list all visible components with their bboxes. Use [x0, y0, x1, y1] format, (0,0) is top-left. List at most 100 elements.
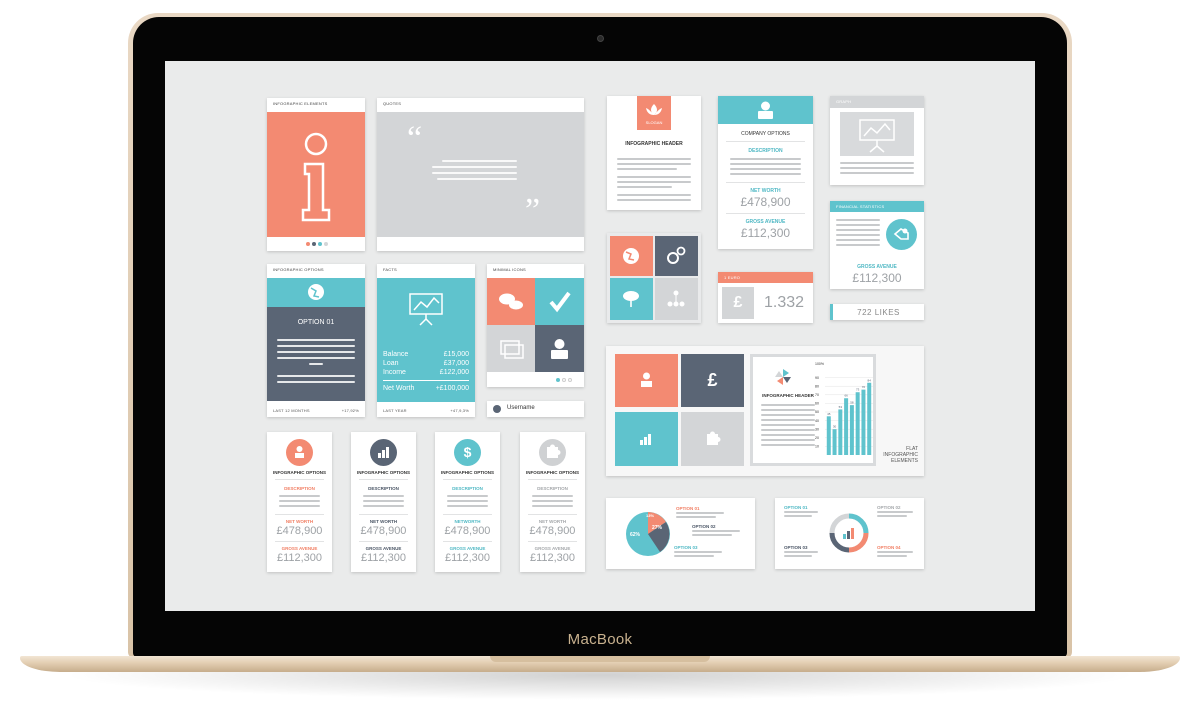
gross-label: GROSS AVENUE — [365, 546, 402, 551]
card-caption: INFOGRAPHIC OPTIONS — [273, 267, 324, 272]
info-icon — [301, 132, 331, 222]
card-caption: FINANCIAL STATISTICS — [836, 204, 885, 209]
option-label: OPTION 02 — [877, 505, 901, 510]
tile-check[interactable] — [535, 278, 584, 325]
globe-icon — [308, 284, 324, 300]
option-title: OPTION 01 — [297, 319, 335, 326]
pager-dot[interactable] — [318, 242, 322, 246]
gross-value: £112,300 — [276, 552, 323, 564]
option-label: OPTION 01 — [676, 506, 700, 511]
text-line — [730, 168, 801, 170]
pager-dot[interactable] — [568, 378, 572, 382]
user-icon — [493, 405, 501, 413]
tile-image[interactable] — [487, 325, 535, 372]
text-line — [617, 199, 691, 201]
text-line — [532, 495, 573, 497]
pie-label-mid: 27% — [652, 525, 663, 531]
puzzle-icon — [539, 439, 566, 466]
pager-dot[interactable] — [562, 378, 566, 382]
tile-chat[interactable] — [487, 278, 535, 325]
tile-user-group[interactable] — [615, 354, 678, 407]
bar-chart-icon — [640, 434, 651, 445]
text-line — [840, 167, 914, 169]
facts-row-label: Loan — [383, 360, 399, 367]
bar-label: 73 — [856, 388, 860, 392]
text-line — [836, 239, 880, 241]
text-line — [840, 172, 914, 174]
text-line — [761, 439, 815, 441]
flat-caption-line: ELEMENTS — [891, 458, 918, 464]
text-line — [617, 176, 691, 178]
text-line — [877, 551, 913, 553]
tile-cloud[interactable] — [610, 278, 653, 320]
tile-pound-icon[interactable]: £ — [681, 354, 744, 407]
y-tick-label: 70 — [815, 393, 819, 397]
y-tick-label: 90 — [815, 376, 819, 380]
divider — [275, 514, 324, 515]
tile-user[interactable] — [535, 325, 584, 372]
divider — [275, 541, 324, 542]
option-label: OPTION 03 — [784, 545, 808, 550]
user-group-icon — [286, 439, 313, 466]
text-line — [877, 511, 913, 513]
text-line — [279, 505, 320, 507]
text-line — [617, 163, 691, 165]
brand-label: MacBook — [567, 631, 633, 648]
gears-icon — [667, 246, 686, 264]
divider — [383, 380, 469, 381]
option-title: INFOGRAPHIC OPTIONS — [525, 470, 579, 475]
tile-gears[interactable] — [655, 236, 698, 276]
teal-header — [267, 278, 365, 307]
likes-badge[interactable]: 722 LIKES — [830, 304, 924, 320]
lotus-icon — [646, 104, 662, 115]
slate-panel: OPTION 01 — [267, 307, 365, 401]
divider — [528, 514, 577, 515]
text-line — [692, 530, 740, 532]
card-euro: 1 EURO £ 1.332 — [718, 272, 813, 323]
slogan-badge: SLOGAN — [637, 96, 671, 130]
pager-dot[interactable] — [306, 242, 310, 246]
net-worth-value: £478,900 — [740, 195, 791, 209]
pound-icon: £ — [722, 287, 754, 319]
divider — [359, 541, 408, 542]
y-tick-label: 40 — [815, 419, 819, 423]
facts-row-value: £37,000 — [443, 360, 469, 367]
divider — [443, 479, 492, 480]
description-label: DESCRIPTION — [452, 486, 483, 491]
text-line — [761, 429, 815, 431]
text-line — [309, 363, 323, 365]
pager-dot[interactable] — [324, 242, 328, 246]
text-line — [836, 229, 880, 231]
text-line — [692, 534, 732, 536]
text-line — [761, 409, 815, 411]
tile-puzzle[interactable] — [681, 412, 744, 466]
bar-label: 58 — [850, 401, 854, 405]
graph-panel — [840, 112, 914, 156]
tile-network[interactable] — [655, 278, 698, 320]
text-line — [784, 551, 818, 553]
likes-label: 722 LIKES — [857, 308, 900, 317]
laptop-screen: INFOGRAPHIC ELEMENTS QUOTES “ ” SLOGAN I… — [165, 61, 1035, 611]
pager-dot[interactable] — [556, 378, 560, 382]
text-line — [279, 495, 320, 497]
tile-globe[interactable] — [610, 236, 653, 276]
username-bar[interactable]: Username — [487, 401, 584, 417]
text-line — [447, 505, 488, 507]
divider — [528, 541, 577, 542]
quote-text-line — [432, 166, 517, 168]
bar-label: 53 — [839, 405, 843, 409]
card-option-teal: $ INFOGRAPHIC OPTIONS DESCRIPTION NETWOR… — [435, 432, 500, 572]
bar-label: 84 — [868, 378, 872, 382]
text-line — [840, 162, 914, 164]
card-caption: FACTS — [383, 267, 397, 272]
footer-left: LAST YEAR — [383, 408, 407, 413]
card-company-options: COMPANY OPTIONS DESCRIPTION NET WORTH £4… — [718, 96, 813, 249]
network-icon — [667, 290, 685, 307]
gross-label: GROSS AVENUE — [449, 546, 486, 551]
bar-label: 66 — [844, 394, 848, 398]
text-line — [532, 500, 573, 502]
pager-dot[interactable] — [312, 242, 316, 246]
tile-chart[interactable] — [615, 412, 678, 466]
bar-label: 76 — [862, 385, 866, 389]
text-line — [877, 555, 907, 557]
